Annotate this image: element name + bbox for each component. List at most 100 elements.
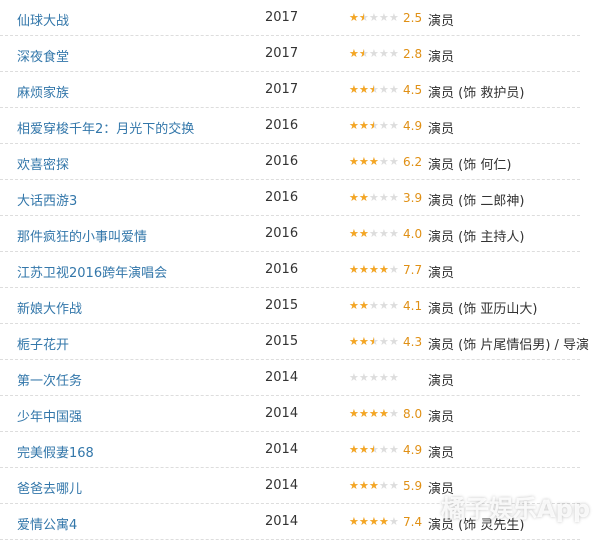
rating-stars: ★★★★★★★★★★ bbox=[349, 442, 399, 458]
film-year: 2016 bbox=[265, 262, 299, 277]
star-icon: ★★ bbox=[359, 83, 369, 96]
star-icon: ★★ bbox=[359, 47, 369, 60]
star-icon: ★★ bbox=[359, 443, 369, 456]
star-icon: ★★ bbox=[379, 263, 389, 276]
rating-stars: ★★★★★★★★★★ bbox=[349, 46, 399, 62]
film-role: 演员 bbox=[428, 50, 455, 65]
film-title-link[interactable]: 大话西游3 bbox=[17, 190, 77, 209]
star-icon: ★★ bbox=[349, 371, 359, 384]
film-year: 2017 bbox=[265, 82, 299, 97]
film-role: 演员 (饰 主持人) bbox=[428, 230, 525, 245]
star-icon: ★★ bbox=[369, 299, 379, 312]
film-title-link[interactable]: 新娘大作战 bbox=[17, 298, 82, 317]
star-icon: ★★ bbox=[349, 335, 359, 348]
rating-score: 4.1 bbox=[403, 299, 423, 313]
film-title-link[interactable]: 第一次任务 bbox=[17, 370, 82, 389]
star-icon: ★★ bbox=[389, 479, 399, 492]
star-icon: ★★ bbox=[359, 119, 369, 132]
film-year: 2014 bbox=[265, 406, 299, 421]
star-icon: ★★ bbox=[359, 191, 369, 204]
star-icon: ★★ bbox=[389, 227, 399, 240]
star-icon: ★★ bbox=[359, 11, 369, 24]
film-role: 演员 (饰 救护员) bbox=[428, 86, 525, 101]
film-title-link[interactable]: 相爱穿梭千年2：月光下的交换 bbox=[17, 118, 194, 137]
star-icon: ★★ bbox=[389, 191, 399, 204]
star-icon: ★★ bbox=[359, 479, 369, 492]
table-row: 第一次任务 2014 ★★★★★★★★★★ 演员 bbox=[0, 360, 580, 396]
star-icon: ★★ bbox=[379, 191, 389, 204]
film-title-link[interactable]: 深夜食堂 bbox=[17, 46, 69, 65]
star-icon: ★★ bbox=[359, 227, 369, 240]
film-title-link[interactable]: 江苏卫视2016跨年演唱会 bbox=[17, 262, 167, 281]
rating-score: 4.0 bbox=[403, 227, 423, 241]
film-role: 演员 (饰 二郎神) bbox=[428, 194, 525, 209]
star-icon: ★★ bbox=[349, 515, 359, 528]
table-row: 新娘大作战 2015 ★★★★★★★★★★ 4.1 演员 (饰 亚历山大) bbox=[0, 288, 580, 324]
film-role: 演员 bbox=[428, 374, 455, 389]
film-title-link[interactable]: 爸爸去哪儿 bbox=[17, 478, 82, 497]
film-year: 2016 bbox=[265, 154, 299, 169]
rating-score: 2.8 bbox=[403, 47, 423, 61]
rating-stars: ★★★★★★★★★★ bbox=[349, 154, 399, 170]
rating-stars: ★★★★★★★★★★ bbox=[349, 370, 399, 386]
film-role: 演员 bbox=[428, 446, 455, 461]
filmography-list: 仙球大战 2017 ★★★★★★★★★★ 2.5 演员深夜食堂 2017 ★★★… bbox=[0, 0, 600, 540]
rating-score: 4.5 bbox=[403, 83, 423, 97]
star-icon: ★★ bbox=[369, 155, 379, 168]
rating-stars: ★★★★★★★★★★ bbox=[349, 478, 399, 494]
table-row: 江苏卫视2016跨年演唱会 2016 ★★★★★★★★★★ 7.7 演员 bbox=[0, 252, 580, 288]
rating-stars: ★★★★★★★★★★ bbox=[349, 10, 399, 26]
star-icon: ★★ bbox=[359, 155, 369, 168]
star-icon: ★★ bbox=[389, 371, 399, 384]
film-role: 演员 bbox=[428, 410, 455, 425]
star-icon: ★★ bbox=[389, 407, 399, 420]
watermark: 橘子娱乐App bbox=[441, 495, 590, 523]
rating-stars: ★★★★★★★★★★ bbox=[349, 262, 399, 278]
rating-stars: ★★★★★★★★★★ bbox=[349, 334, 399, 350]
star-icon: ★★ bbox=[369, 263, 379, 276]
film-title-link[interactable]: 爱情公寓4 bbox=[17, 514, 77, 533]
film-role: 演员 (饰 何仁) bbox=[428, 158, 512, 173]
star-icon: ★★ bbox=[359, 407, 369, 420]
star-icon: ★★ bbox=[389, 515, 399, 528]
film-year: 2016 bbox=[265, 226, 299, 241]
star-icon: ★★ bbox=[369, 335, 379, 348]
film-title-link[interactable]: 少年中国强 bbox=[17, 406, 82, 425]
table-row: 栀子花开 2015 ★★★★★★★★★★ 4.3 演员 (饰 片尾情侣男) / … bbox=[0, 324, 589, 360]
star-icon: ★★ bbox=[379, 335, 389, 348]
star-icon: ★★ bbox=[389, 119, 399, 132]
star-icon: ★★ bbox=[369, 407, 379, 420]
film-title-link[interactable]: 那件疯狂的小事叫爱情 bbox=[17, 226, 147, 245]
rating-score: 4.9 bbox=[403, 443, 423, 457]
star-icon: ★★ bbox=[349, 299, 359, 312]
film-title-link[interactable]: 仙球大战 bbox=[17, 10, 69, 29]
rating-score: 4.9 bbox=[403, 119, 423, 133]
star-icon: ★★ bbox=[349, 155, 359, 168]
star-icon: ★★ bbox=[379, 47, 389, 60]
star-icon: ★★ bbox=[369, 11, 379, 24]
star-icon: ★★ bbox=[369, 191, 379, 204]
star-icon: ★★ bbox=[349, 407, 359, 420]
film-role: 演员 bbox=[428, 122, 455, 137]
film-year: 2016 bbox=[265, 190, 299, 205]
table-row: 欢喜密探 2016 ★★★★★★★★★★ 6.2 演员 (饰 何仁) bbox=[0, 144, 580, 180]
film-year: 2014 bbox=[265, 478, 299, 493]
film-title-link[interactable]: 完美假妻168 bbox=[17, 442, 94, 461]
film-title-link[interactable]: 麻烦家族 bbox=[17, 82, 69, 101]
star-icon: ★★ bbox=[389, 299, 399, 312]
star-icon: ★★ bbox=[379, 227, 389, 240]
star-icon: ★★ bbox=[349, 479, 359, 492]
film-year: 2015 bbox=[265, 298, 299, 313]
star-icon: ★★ bbox=[379, 155, 389, 168]
table-row: 那件疯狂的小事叫爱情 2016 ★★★★★★★★★★ 4.0 演员 (饰 主持人… bbox=[0, 216, 580, 252]
film-title-link[interactable]: 栀子花开 bbox=[17, 334, 69, 353]
star-icon: ★★ bbox=[379, 119, 389, 132]
film-year: 2014 bbox=[265, 370, 299, 385]
star-icon: ★★ bbox=[349, 443, 359, 456]
film-title-link[interactable]: 欢喜密探 bbox=[17, 154, 69, 173]
star-icon: ★★ bbox=[379, 11, 389, 24]
film-year: 2014 bbox=[265, 442, 299, 457]
star-icon: ★★ bbox=[389, 335, 399, 348]
film-year: 2016 bbox=[265, 118, 299, 133]
star-icon: ★★ bbox=[379, 407, 389, 420]
